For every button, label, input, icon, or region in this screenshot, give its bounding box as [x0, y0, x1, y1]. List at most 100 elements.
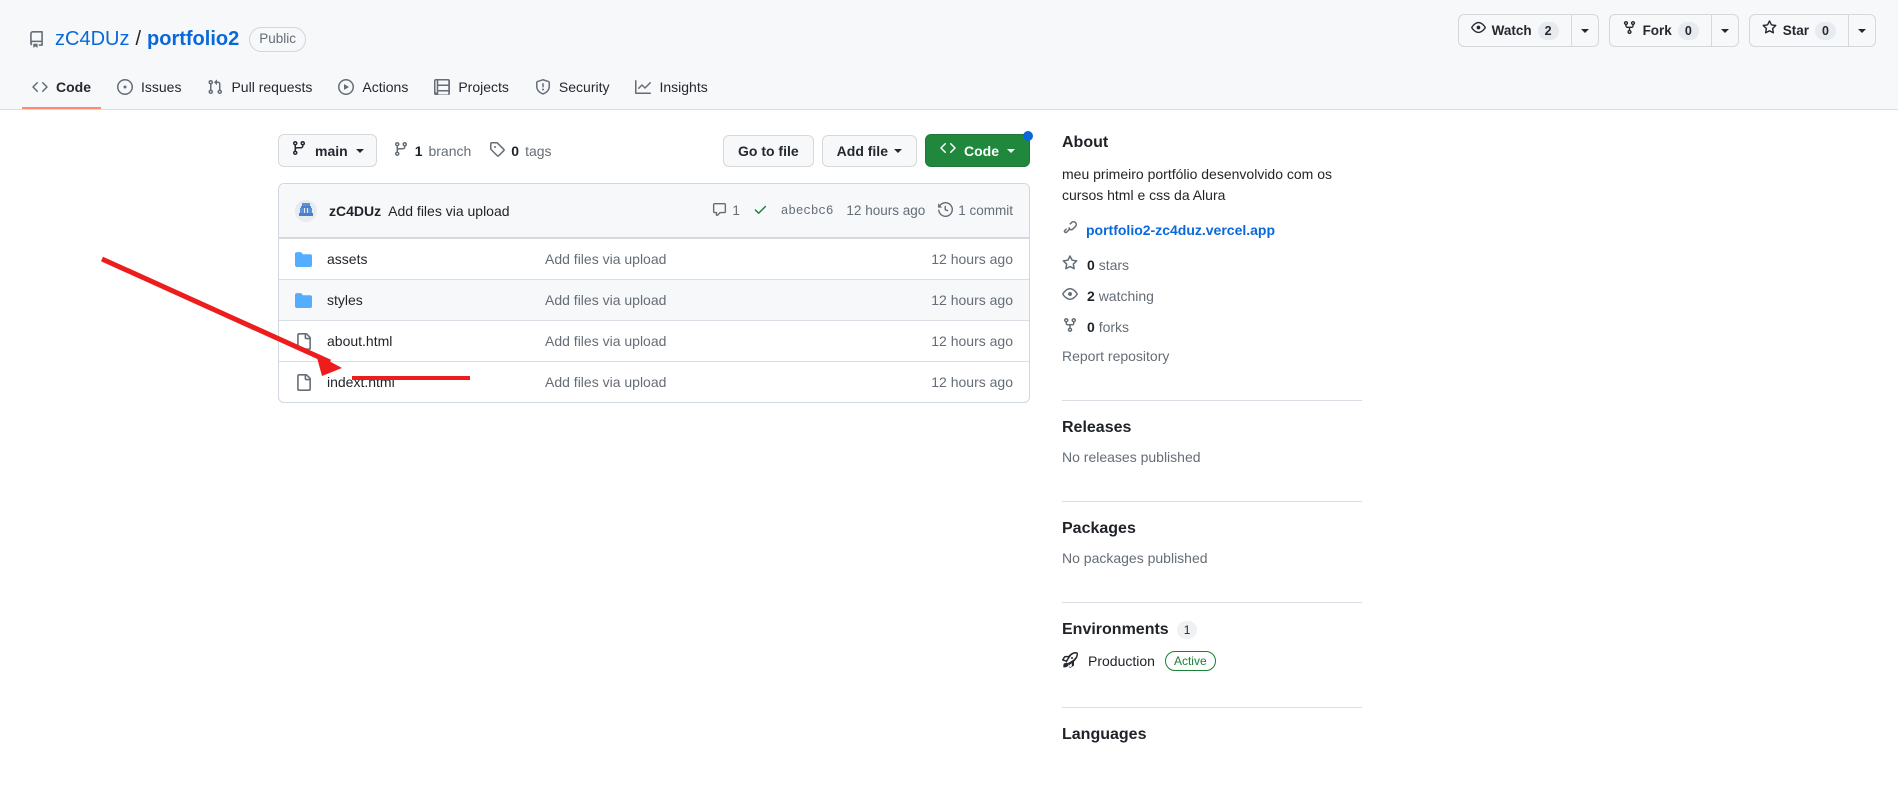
fork-count: 0 [1677, 21, 1699, 40]
tab-issues[interactable]: Issues [107, 69, 191, 109]
environment-production[interactable]: Production Active [1061, 651, 1362, 671]
commit-comments[interactable]: 1 [712, 202, 740, 220]
packages-section: Packages No packages published [1062, 520, 1362, 584]
add-file-button[interactable]: Add file [821, 134, 917, 167]
branches-link[interactable]: 1 branch [393, 141, 472, 160]
file-commit-message[interactable]: Add files via upload [545, 292, 903, 308]
rocket-icon [1061, 651, 1078, 671]
file-commit-message[interactable]: Add files via upload [545, 333, 903, 349]
star-button-group: Star 0 [1748, 14, 1876, 47]
branch-word: branch [428, 142, 472, 159]
code-icon [32, 79, 48, 95]
tab-projects-label: Projects [458, 79, 509, 95]
divider [1062, 400, 1362, 401]
tab-actions-label: Actions [362, 79, 409, 95]
code-icon [940, 140, 956, 161]
stars-count: 0 [1087, 256, 1095, 273]
repo-name-link[interactable]: portfolio2 [147, 28, 239, 51]
file-commit-message[interactable]: Add files via upload [545, 374, 903, 390]
visibility-badge: Public [249, 26, 307, 52]
link-icon [1062, 220, 1078, 239]
sidebar: About meu primeiro portfólio desenvolvid… [1061, 134, 1362, 774]
packages-empty-text: No packages published [1062, 550, 1208, 566]
fork-dropdown-button[interactable] [1710, 14, 1739, 47]
tab-insights[interactable]: Insights [625, 69, 717, 109]
releases-empty-text: No releases published [1062, 449, 1201, 465]
file-timestamp: 12 hours ago [931, 333, 1013, 349]
stars-label: stars [1098, 256, 1130, 273]
branch-toolbar: main 1 branch 0 tags Go to file Add file… [278, 131, 1033, 167]
watch-button-group: Watch 2 [1457, 14, 1599, 47]
file-name[interactable]: assets [327, 251, 545, 267]
issue-opened-icon [117, 79, 133, 95]
fork-label: Fork [1642, 22, 1672, 38]
file-timestamp: 12 hours ago [931, 251, 1013, 267]
tags-link[interactable]: 0 tags [489, 141, 552, 160]
file-timestamp: 12 hours ago [931, 292, 1013, 308]
check-icon[interactable] [753, 202, 768, 220]
commit-time: 12 hours ago [846, 203, 926, 218]
commit-history-link[interactable]: 1 commit [938, 201, 1013, 220]
status-badge: Active [1164, 651, 1216, 671]
tab-actions[interactable]: Actions [328, 69, 418, 109]
table-row[interactable]: assets Add files via upload 12 hours ago [279, 238, 1029, 279]
commit-count-label: 1 commit [958, 203, 1013, 218]
file-name[interactable]: about.html [327, 333, 545, 349]
star-count: 0 [1815, 21, 1836, 40]
tab-code[interactable]: Code [22, 69, 101, 109]
about-title: About [1062, 134, 1109, 151]
history-icon [938, 201, 954, 220]
watch-count: 2 [1537, 21, 1559, 40]
tag-word: tags [525, 142, 552, 159]
commit-sha[interactable]: abecbc6 [781, 204, 834, 218]
report-repository-link[interactable]: Report repository [1062, 348, 1362, 364]
code-button[interactable]: Code [925, 131, 1033, 167]
repo-icon [28, 30, 45, 48]
breadcrumb: zC4DUz / portfolio2 [55, 28, 239, 51]
star-icon [1062, 255, 1078, 274]
watch-dropdown-button[interactable] [1570, 14, 1599, 47]
repo-nav-tabs: Code Issues Pull requests Actions Projec… [0, 61, 718, 109]
table-row[interactable]: indext.html Add files via upload 12 hour… [279, 361, 1029, 402]
watch-button[interactable]: Watch 2 [1457, 14, 1571, 47]
environments-title: Environments 1 [1062, 621, 1362, 639]
packages-title: Packages [1062, 520, 1136, 537]
stars-stat[interactable]: 0 stars [1062, 255, 1362, 274]
commit-meta: 1 abecbc6 12 hours ago 1 commit [712, 201, 1013, 220]
forks-count: 0 [1087, 318, 1095, 335]
releases-title: Releases [1062, 419, 1132, 436]
table-row[interactable]: styles Add files via upload 12 hours ago [279, 279, 1029, 320]
tab-projects[interactable]: Projects [424, 69, 519, 109]
file-icon [295, 332, 315, 350]
go-to-file-button[interactable]: Go to file [722, 134, 814, 167]
table-row[interactable]: about.html Add files via upload 12 hours… [279, 320, 1029, 361]
watch-label: Watch [1491, 22, 1532, 38]
branch-selector-button[interactable]: main [278, 134, 377, 167]
star-button[interactable]: Star 0 [1748, 14, 1848, 47]
github-repo-page: zC4DUz / portfolio2 Public Watch 2 Fork … [0, 0, 1898, 794]
chevron-down-icon [1720, 28, 1729, 33]
file-name[interactable]: styles [327, 292, 545, 308]
divider [1062, 707, 1362, 708]
tab-pull-requests[interactable]: Pull requests [197, 69, 322, 109]
homepage-url: portfolio2-zc4duz.vercel.app [1086, 221, 1276, 238]
tab-security[interactable]: Security [525, 69, 620, 109]
comment-count: 1 [732, 203, 740, 218]
tab-insights-label: Insights [659, 79, 708, 95]
star-dropdown-button[interactable] [1848, 14, 1876, 47]
forks-stat[interactable]: 0 forks [1062, 317, 1362, 336]
eye-icon [1062, 286, 1078, 305]
file-commit-message[interactable]: Add files via upload [545, 251, 903, 267]
divider [1062, 501, 1362, 502]
tab-security-label: Security [558, 79, 610, 95]
folder-icon [295, 251, 315, 268]
commit-author[interactable]: zC4DUz [329, 203, 381, 219]
commit-message[interactable]: Add files via upload [388, 203, 509, 219]
watching-stat[interactable]: 2 watching [1062, 286, 1362, 305]
tag-icon [489, 141, 506, 160]
homepage-link[interactable]: portfolio2-zc4duz.vercel.app [1062, 220, 1362, 239]
file-name[interactable]: indext.html [327, 374, 545, 390]
fork-button[interactable]: Fork 0 [1608, 14, 1711, 47]
code-button-label: Code [964, 142, 999, 159]
repo-owner-link[interactable]: zC4DUz [55, 28, 129, 51]
